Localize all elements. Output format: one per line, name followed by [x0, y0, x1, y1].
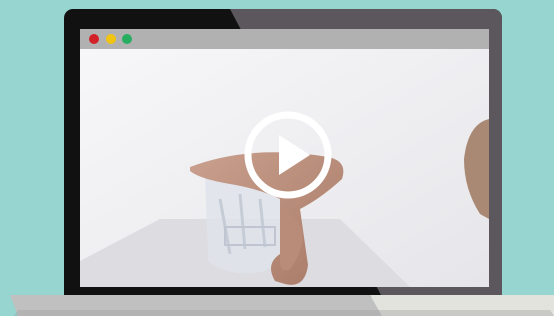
maximize-dot[interactable] — [122, 34, 132, 44]
browser-title-bar — [80, 29, 489, 49]
close-dot[interactable] — [89, 34, 99, 44]
laptop-lid — [64, 9, 502, 297]
play-button[interactable] — [244, 111, 332, 199]
minimize-dot[interactable] — [106, 34, 116, 44]
play-icon — [279, 135, 310, 175]
laptop-base — [10, 295, 554, 316]
browser-window — [80, 29, 489, 287]
